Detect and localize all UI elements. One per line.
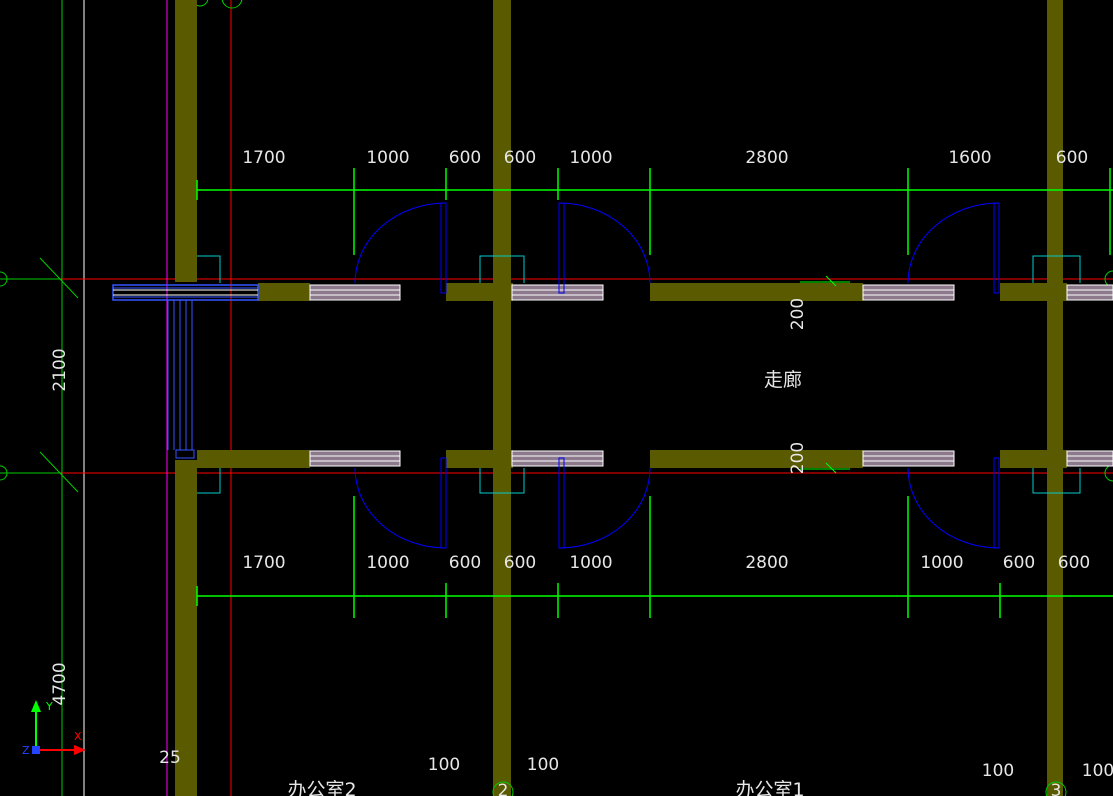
small-number: 100 xyxy=(527,755,559,775)
dim-label: 1700 xyxy=(242,553,285,573)
cad-drawing-canvas[interactable]: 1700 1000 600 600 1000 2800 1600 600 170… xyxy=(0,0,1113,796)
dim-label: 600 xyxy=(449,553,481,573)
axis-marker-label: 3 xyxy=(1051,781,1062,796)
dim-label-vertical: 200 xyxy=(788,442,808,474)
room-label-corridor[interactable]: 走廊 xyxy=(764,369,802,391)
dim-label-vertical: 200 xyxy=(788,298,808,330)
small-number: 100 xyxy=(428,755,460,775)
small-number: 100 xyxy=(1082,761,1113,781)
window-bottom[interactable] xyxy=(511,450,604,467)
dim-label: 1000 xyxy=(569,148,612,168)
wall-vertical[interactable] xyxy=(1047,0,1063,796)
window-bottom[interactable] xyxy=(309,450,401,467)
dim-label: 600 xyxy=(449,148,481,168)
window-top[interactable] xyxy=(862,284,955,301)
wall-horizontal[interactable] xyxy=(1000,283,1067,301)
wall-horizontal[interactable] xyxy=(446,450,513,468)
ucs-x-label: X xyxy=(74,730,82,743)
window-top[interactable] xyxy=(1066,284,1113,301)
ucs-y-label: Y xyxy=(45,700,53,713)
dim-label: 600 xyxy=(1003,553,1035,573)
dim-label-vertical: 4700 xyxy=(50,662,70,705)
dim-label: 600 xyxy=(1058,553,1090,573)
dim-label: 1000 xyxy=(569,553,612,573)
wall-horizontal[interactable] xyxy=(650,283,863,301)
dim-label: 600 xyxy=(504,553,536,573)
dim-label: 600 xyxy=(1056,148,1088,168)
wall-horizontal[interactable] xyxy=(258,283,310,301)
dim-label: 1600 xyxy=(948,148,991,168)
room-label-office-2[interactable]: 办公室2 xyxy=(287,779,356,796)
dim-label: 1000 xyxy=(366,553,409,573)
wall-horizontal[interactable] xyxy=(446,283,513,301)
wall-vertical[interactable] xyxy=(175,0,197,282)
window-top[interactable] xyxy=(309,284,401,301)
dim-label: 2800 xyxy=(745,148,788,168)
wall-horizontal[interactable] xyxy=(1000,450,1067,468)
small-number: 25 xyxy=(159,748,181,768)
dim-label: 1700 xyxy=(242,148,285,168)
window-top[interactable] xyxy=(511,284,604,301)
wall-vertical[interactable] xyxy=(493,0,511,796)
window-bottom[interactable] xyxy=(1066,450,1113,467)
ucs-z-label: Z xyxy=(22,744,30,757)
axis-marker-label: 2 xyxy=(498,781,509,796)
wall-horizontal[interactable] xyxy=(197,450,310,468)
wall-horizontal[interactable] xyxy=(650,450,863,468)
dim-label: 1000 xyxy=(920,553,963,573)
room-label-office-1[interactable]: 办公室1 xyxy=(735,779,804,796)
window-bottom[interactable] xyxy=(862,450,955,467)
dim-label: 1000 xyxy=(366,148,409,168)
dim-label: 600 xyxy=(504,148,536,168)
small-number: 100 xyxy=(982,761,1014,781)
wall-vertical[interactable] xyxy=(175,460,197,796)
dim-label-vertical: 2100 xyxy=(50,348,70,391)
dim-label: 2800 xyxy=(745,553,788,573)
